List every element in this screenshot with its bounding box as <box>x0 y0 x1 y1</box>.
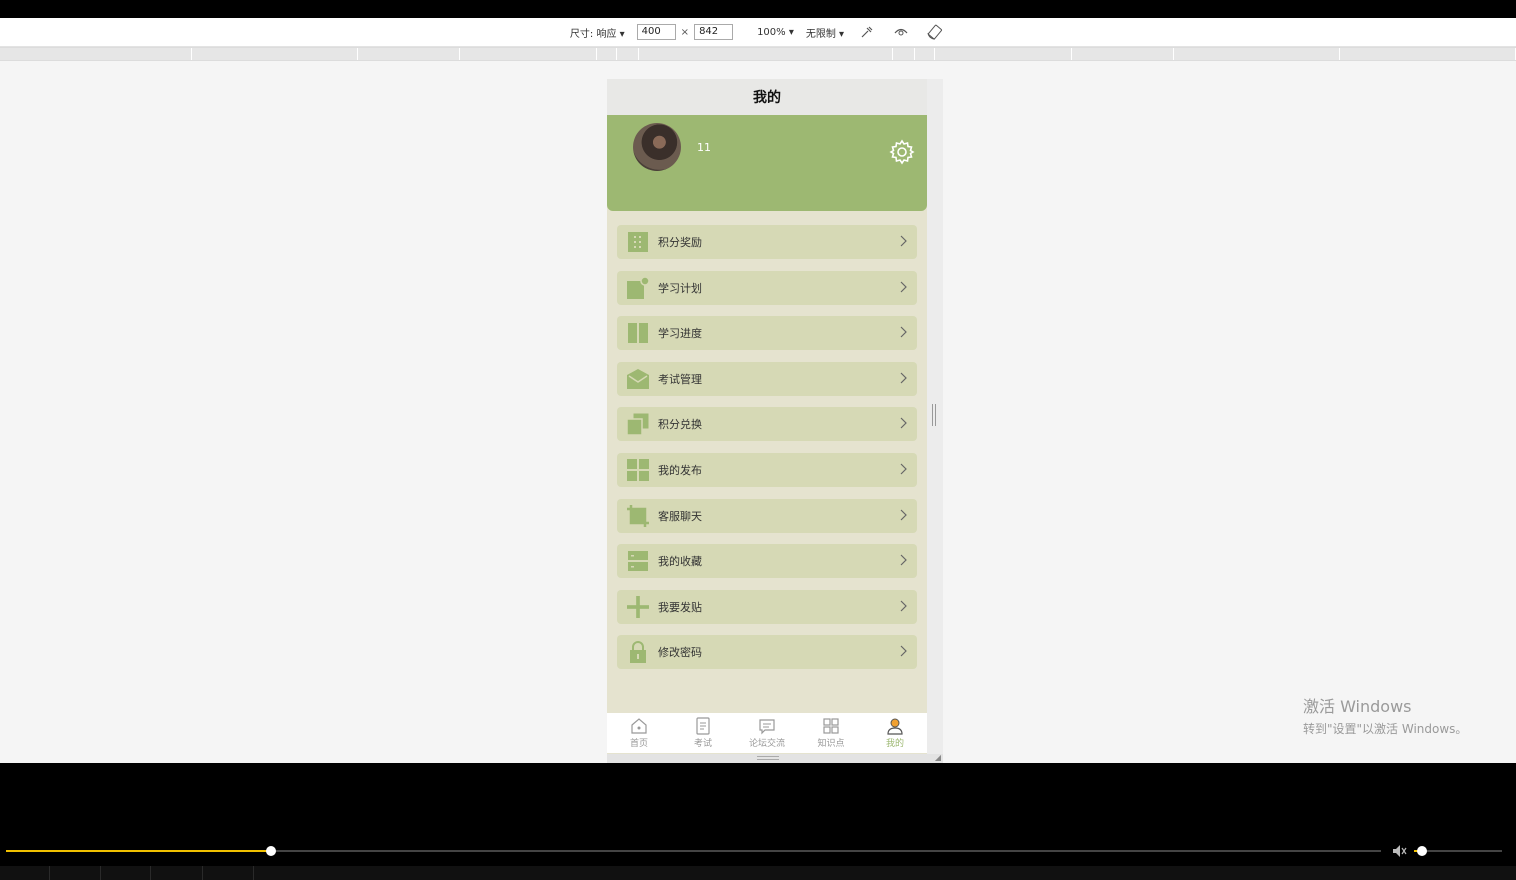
tab-mine[interactable]: 我的 <box>863 713 927 753</box>
chevron-right-icon <box>900 509 907 520</box>
video-player-controls <box>0 763 1516 880</box>
apps-icon <box>823 718 839 734</box>
menu-label: 学习计划 <box>658 281 702 295</box>
watermark-title: 激活 Windows <box>1303 697 1412 716</box>
volume-slider[interactable] <box>1414 846 1502 856</box>
tab-exam[interactable]: 考试 <box>671 713 735 753</box>
chevron-right-icon <box>900 372 907 384</box>
menu-item-my-posts[interactable]: 我的发布 <box>617 452 917 487</box>
menu-item-my-favorites[interactable]: 我的收藏 <box>617 544 917 579</box>
resize-handle-bottom[interactable]: ◢ <box>607 753 943 763</box>
device-toolbar: 尺寸: 响应 ▾ 400 × 842 100% ▾ 无限制 ▾ <box>0 18 1516 47</box>
menu-item-study-progress[interactable]: 学习进度 <box>617 316 917 351</box>
tab-label: 首页 <box>629 739 648 749</box>
size-label: 尺寸: 响应 ▾ <box>569 28 625 40</box>
media-query-ruler <box>0 47 1516 61</box>
menu-item-study-plan[interactable]: 学习计划 <box>617 270 917 305</box>
user-icon <box>887 718 903 735</box>
chevron-right-icon <box>900 281 907 293</box>
menu-label: 修改密码 <box>658 646 702 660</box>
zoom-dropdown[interactable]: 100% ▾ <box>757 27 794 38</box>
progress-bar[interactable] <box>6 846 1381 856</box>
tab-label: 知识点 <box>817 739 845 749</box>
grid-dots-icon <box>627 231 649 253</box>
chevron-right-icon <box>900 554 907 566</box>
columns-icon <box>627 322 649 344</box>
chevron-right-icon <box>900 326 907 338</box>
gear-icon[interactable] <box>889 139 915 165</box>
notification-square-icon <box>627 276 649 299</box>
eyedropper-icon[interactable] <box>858 23 876 41</box>
chevron-right-icon <box>900 600 907 612</box>
menu-item-new-post[interactable]: 我要发贴 <box>617 589 917 624</box>
page-title: 我的 <box>607 79 927 115</box>
tab-forum[interactable]: 论坛交流 <box>735 713 799 753</box>
chevron-right-icon <box>900 417 907 429</box>
resize-grip <box>757 756 779 760</box>
menu-label: 客服聊天 <box>658 509 702 523</box>
lock-icon <box>627 641 649 664</box>
menu-label: 我要发贴 <box>658 600 702 614</box>
progress-fill <box>6 850 272 852</box>
menu-label: 我的发布 <box>658 463 702 477</box>
plus-icon <box>627 595 649 618</box>
size-dropdown[interactable]: 尺寸: 响应 ▾ <box>570 25 625 40</box>
rotate-icon[interactable] <box>926 23 944 41</box>
corner-resize-icon[interactable]: ◢ <box>935 753 941 762</box>
times-sign: × <box>680 26 690 38</box>
menu-item-customer-chat[interactable]: 客服聊天 <box>617 498 917 533</box>
top-black-bar <box>0 0 1516 18</box>
progress-thumb[interactable] <box>266 846 277 856</box>
copy-icon <box>627 413 649 436</box>
menu-label: 考试管理 <box>658 372 702 386</box>
drawer-icon <box>627 550 649 572</box>
document-icon <box>696 717 710 735</box>
menu-label: 积分兑换 <box>658 418 702 432</box>
width-input[interactable]: 400 <box>636 24 676 40</box>
tab-knowledge[interactable]: 知识点 <box>799 713 863 753</box>
message-icon <box>759 719 775 735</box>
eye-icon[interactable] <box>892 23 910 41</box>
throttle-dropdown[interactable]: 无限制 ▾ <box>806 25 844 40</box>
menu-item-exam-management[interactable]: 考试管理 <box>617 361 917 396</box>
tab-label: 论坛交流 <box>748 739 785 749</box>
menu-item-change-password[interactable]: 修改密码 <box>617 635 917 670</box>
username: 11 <box>697 141 711 154</box>
profile-card: 11 <box>607 115 927 211</box>
chevron-right-icon <box>900 463 907 475</box>
player-footer <box>0 866 1516 880</box>
tab-home[interactable]: 首页 <box>607 713 671 753</box>
menu-label: 积分奖励 <box>658 236 702 249</box>
height-input[interactable]: 842 <box>694 24 734 40</box>
resize-handle-right[interactable] <box>932 404 936 426</box>
menu-item-points-reward[interactable]: 积分奖励 <box>617 225 917 259</box>
zoom-label: 100% ▾ <box>757 26 794 38</box>
volume-icon[interactable] <box>1392 844 1408 858</box>
crop-icon <box>627 504 649 527</box>
dimension-inputs: 400 × 842 <box>636 24 734 40</box>
home-icon <box>631 718 647 734</box>
windows-activation-watermark: 激活 Windows 转到"设置"以激活 Windows。 <box>1303 693 1467 737</box>
menu-label: 学习进度 <box>658 327 702 341</box>
tab-label: 我的 <box>885 739 904 749</box>
tab-bar: 首页 考试 论坛交流 知识点 我的 <box>607 713 927 753</box>
grid-icon <box>627 458 649 481</box>
mobile-page: 我的 11 积分奖励 学习计划 学习进度 考试管理 积分兑换 我的发布 客服聊天… <box>607 79 927 763</box>
viewport: 我的 11 积分奖励 学习计划 学习进度 考试管理 积分兑换 我的发布 客服聊天… <box>0 61 1516 763</box>
menu-label: 我的收藏 <box>658 555 702 569</box>
volume-thumb[interactable] <box>1416 846 1427 856</box>
watermark-subtitle: 转到"设置"以激活 Windows。 <box>1303 722 1468 736</box>
menu-list: 积分奖励 学习计划 学习进度 考试管理 积分兑换 我的发布 客服聊天 我的收藏 … <box>607 211 927 670</box>
chevron-right-icon <box>900 235 907 247</box>
menu-item-points-exchange[interactable]: 积分兑换 <box>617 407 917 442</box>
tab-label: 考试 <box>693 739 712 749</box>
envelope-icon <box>627 368 649 390</box>
throttle-label: 无限制 ▾ <box>805 28 845 40</box>
avatar[interactable] <box>633 123 681 171</box>
chevron-right-icon <box>900 645 907 657</box>
